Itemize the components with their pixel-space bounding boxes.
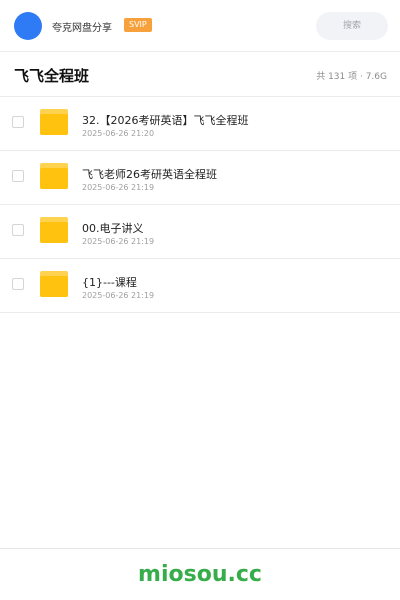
folder-icon	[40, 109, 68, 135]
item-checkbox[interactable]	[12, 224, 24, 236]
item-checkbox[interactable]	[12, 170, 24, 182]
folder-icon	[40, 271, 68, 297]
item-date: 2025-06-26 21:20	[82, 129, 155, 138]
item-date: 2025-06-26 21:19	[82, 183, 155, 192]
list-item[interactable]: 00.电子讲义 2025-06-26 21:19	[0, 205, 400, 259]
svip-badge: SVIP	[124, 18, 152, 32]
item-date: 2025-06-26 21:19	[82, 291, 155, 300]
item-name: 00.电子讲义	[82, 222, 144, 235]
watermark: miosou.cc	[138, 562, 262, 587]
folder-icon	[40, 163, 68, 189]
item-name: 飞飞老师26考研英语全程班	[82, 168, 217, 181]
folder-header: 飞飞全程班 共 131 项 · 7.6G	[0, 52, 400, 97]
footer-divider	[0, 548, 400, 549]
folder-title: 飞飞全程班	[14, 67, 90, 85]
list-item[interactable]: 32.【2026考研英语】飞飞全程班 2025-06-26 21:20	[0, 97, 400, 151]
item-checkbox[interactable]	[12, 116, 24, 128]
top-bar: 夸克网盘分享 SVIP 搜索	[0, 0, 400, 52]
brand-name: 夸克网盘分享	[52, 23, 112, 34]
item-name: {1}---课程	[82, 276, 137, 289]
item-date: 2025-06-26 21:19	[82, 237, 155, 246]
item-name: 32.【2026考研英语】飞飞全程班	[82, 114, 249, 127]
file-list: 32.【2026考研英语】飞飞全程班 2025-06-26 21:20 飞飞老师…	[0, 97, 400, 313]
folder-meta: 共 131 项 · 7.6G	[316, 72, 387, 82]
avatar[interactable]	[14, 12, 42, 40]
list-item[interactable]: {1}---课程 2025-06-26 21:19	[0, 259, 400, 313]
search-input[interactable]: 搜索	[316, 12, 388, 40]
list-item[interactable]: 飞飞老师26考研英语全程班 2025-06-26 21:19	[0, 151, 400, 205]
folder-icon	[40, 217, 68, 243]
item-checkbox[interactable]	[12, 278, 24, 290]
